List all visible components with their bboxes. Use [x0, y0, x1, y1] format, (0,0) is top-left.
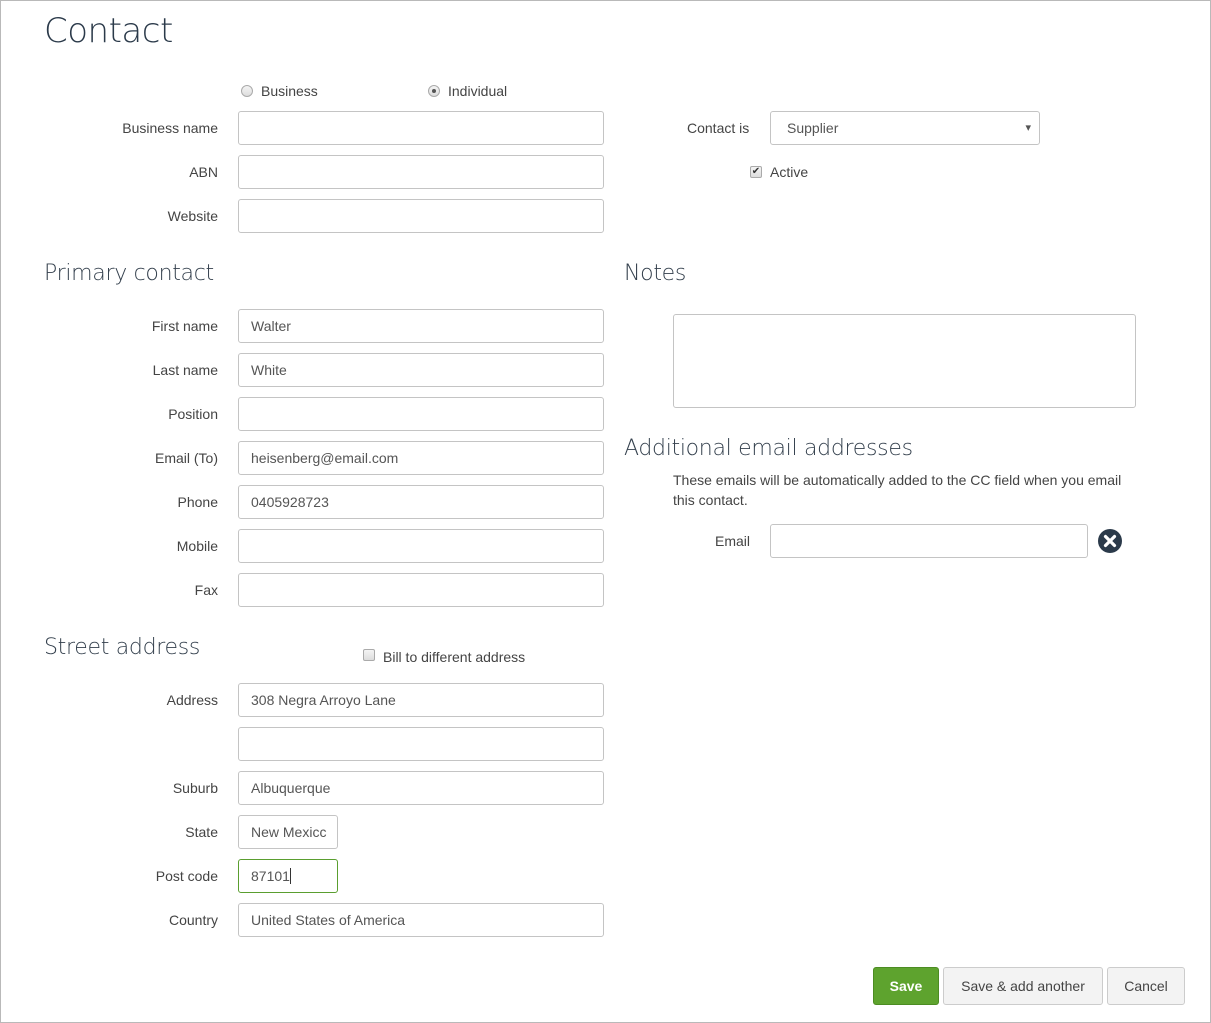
suburb-label: Suburb	[172, 780, 218, 796]
first-name-label: First name	[151, 318, 218, 334]
additional-email-label: Email	[715, 533, 751, 549]
website-input[interactable]	[238, 199, 604, 233]
additional-emails-heading: Additional email addresses	[624, 436, 913, 461]
business-name-input[interactable]	[238, 111, 604, 145]
additional-emails-help: These emails will be automatically added…	[673, 472, 1122, 508]
post-code-value: 87101	[251, 868, 290, 884]
address-label: Address	[166, 692, 218, 708]
bill-to-different-checkbox[interactable]	[363, 649, 375, 661]
first-name-input[interactable]: Walter	[238, 309, 604, 343]
cancel-button[interactable]: Cancel	[1107, 967, 1185, 1005]
radio-business[interactable]	[241, 85, 253, 97]
radio-individual-label[interactable]: Individual	[448, 83, 507, 99]
chevron-down-icon: ▾	[1025, 122, 1031, 134]
page-title: Contact	[44, 11, 173, 51]
post-code-label: Post code	[155, 868, 218, 884]
save-button[interactable]: Save	[873, 967, 939, 1005]
active-label[interactable]: Active	[770, 164, 808, 180]
state-input[interactable]: New Mexicc	[238, 815, 338, 849]
position-label: Position	[168, 406, 218, 422]
abn-label: ABN	[189, 164, 218, 180]
business-name-label: Business name	[122, 120, 218, 136]
state-label: State	[185, 824, 218, 840]
last-name-input[interactable]: White	[238, 353, 604, 387]
bill-to-different-label[interactable]: Bill to different address	[383, 649, 525, 665]
country-label: Country	[168, 912, 218, 928]
remove-email-icon[interactable]	[1098, 529, 1122, 553]
last-name-label: Last name	[152, 362, 218, 378]
address-line1-input[interactable]: 308 Negra Arroyo Lane	[238, 683, 604, 717]
street-address-heading: Street address	[44, 635, 201, 660]
primary-contact-heading: Primary contact	[44, 261, 214, 286]
fax-input[interactable]	[238, 573, 604, 607]
radio-business-label[interactable]: Business	[261, 83, 318, 99]
save-add-another-button[interactable]: Save & add another	[943, 967, 1103, 1005]
mobile-label: Mobile	[176, 538, 218, 554]
active-checkbox[interactable]: ✔	[750, 166, 762, 178]
contact-is-select[interactable]: Supplier ▾	[770, 111, 1040, 145]
mobile-input[interactable]	[238, 529, 604, 563]
address-line2-input[interactable]	[238, 727, 604, 761]
abn-input[interactable]	[238, 155, 604, 189]
post-code-input[interactable]: 87101	[238, 859, 338, 893]
contact-is-value: Supplier	[787, 120, 839, 136]
additional-email-input[interactable]	[770, 524, 1088, 558]
position-input[interactable]	[238, 397, 604, 431]
text-caret	[289, 868, 291, 884]
fax-label: Fax	[194, 582, 218, 598]
email-to-input[interactable]: heisenberg@email.com	[238, 441, 604, 475]
phone-input[interactable]: 0405928723	[238, 485, 604, 519]
radio-individual[interactable]	[428, 85, 440, 97]
contact-is-label: Contact is	[687, 120, 750, 136]
notes-heading: Notes	[624, 261, 687, 286]
country-input[interactable]: United States of America	[238, 903, 604, 937]
notes-textarea[interactable]	[673, 314, 1136, 408]
website-label: Website	[167, 208, 218, 224]
suburb-input[interactable]: Albuquerque	[238, 771, 604, 805]
email-to-label: Email (To)	[154, 450, 218, 466]
contact-form-window: Contact Business Individual Business nam…	[0, 0, 1211, 1023]
phone-label: Phone	[177, 494, 218, 510]
